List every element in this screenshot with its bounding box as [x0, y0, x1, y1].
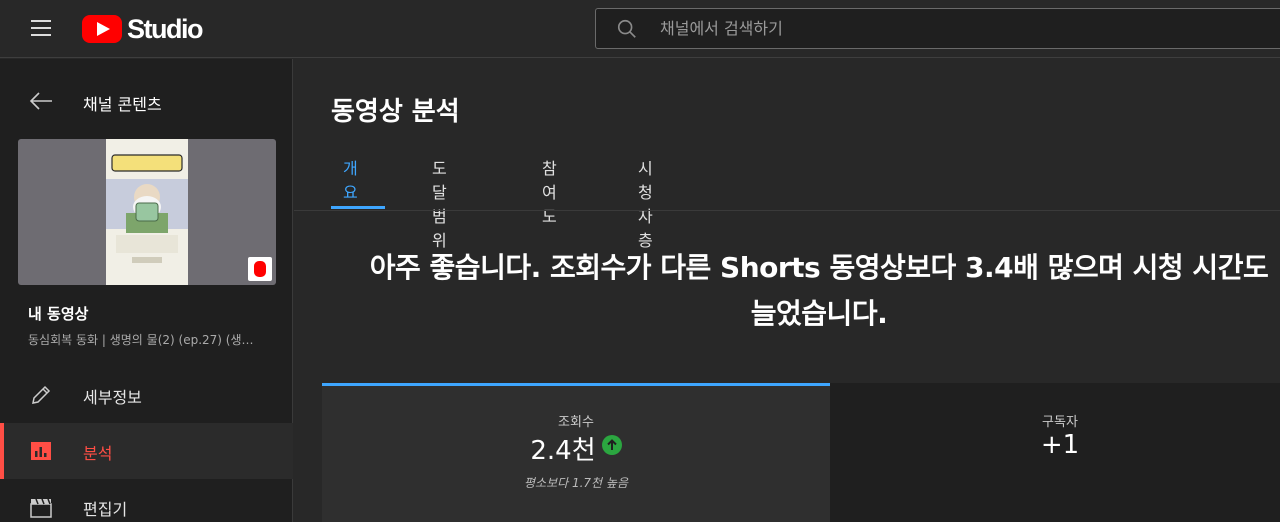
tab-overview[interactable]: 개요 [343, 155, 358, 209]
tab-label: 시청자층 [638, 159, 653, 250]
back-label: 채널 콘텐츠 [83, 95, 162, 114]
metric-label: 조회수 [558, 415, 594, 430]
arrow-back-icon[interactable] [28, 89, 54, 113]
metric-comparison: 평소보다 1.7천 높음 [524, 476, 628, 490]
clapperboard-icon [30, 498, 52, 518]
logo-text: Studio [127, 13, 203, 44]
metric-value: +1 [1040, 430, 1080, 460]
performance-headline: 아주 좋습니다. 조회수가 다른 Shorts 동영상보다 3.4배 많으며 시… [369, 251, 1269, 330]
sidebar: 채널 콘텐츠 내 동영상 동심회복 동화 | 생명의 물(2) (ep.27) … [0, 59, 293, 522]
sidebar-item-label: 분석 [83, 444, 113, 463]
analytics-icon [31, 442, 51, 460]
metric-card-subscribers[interactable]: 구독자 +1 [830, 383, 1280, 522]
active-tab-indicator [331, 206, 385, 209]
main-content: 동영상 분석 개요 도달범위 참여도 시청자층 아주 좋습니다. 조회수가 다른… [294, 59, 1280, 522]
thumbnail-artwork [106, 139, 188, 285]
search-input[interactable] [660, 9, 1260, 48]
pencil-icon [32, 385, 51, 404]
sidebar-item-editor[interactable]: 편집기 [0, 479, 293, 522]
studio-logo[interactable]: Studio [82, 13, 203, 45]
my-video-label: 내 동영상 [28, 305, 89, 323]
sidebar-item-label: 세부정보 [83, 388, 142, 407]
tab-reach[interactable]: 도달범위 [432, 155, 447, 250]
back-to-channel-content[interactable]: 채널 콘텐츠 [0, 79, 293, 123]
tab-engagement[interactable]: 참여도 [542, 155, 557, 226]
tab-label: 참여도 [542, 159, 557, 226]
trend-up-icon [601, 435, 622, 455]
tab-label: 도달범위 [432, 159, 447, 250]
video-title: 동심회복 동화 | 생명의 물(2) (ep.27) (생… [28, 333, 254, 347]
sidebar-item-details[interactable]: 세부정보 [0, 367, 293, 423]
top-bar: Studio [0, 0, 1280, 58]
sidebar-item-label: 편집기 [83, 500, 128, 519]
metric-value: 2.4천 [322, 430, 830, 467]
menu-icon[interactable] [22, 13, 62, 45]
page-title: 동영상 분석 [331, 97, 460, 127]
shorts-icon [248, 257, 272, 281]
tabs-divider [294, 210, 1280, 211]
search-box[interactable] [595, 8, 1280, 49]
tab-label: 개요 [343, 159, 358, 202]
metric-label: 구독자 [1042, 415, 1078, 430]
youtube-logo-icon [82, 15, 122, 43]
metric-card-views[interactable]: 조회수 2.4천 평소보다 1.7천 높음 [322, 383, 830, 522]
video-thumbnail[interactable] [18, 139, 276, 285]
metric-cards: 조회수 2.4천 평소보다 1.7천 높음 구독자 +1 [322, 383, 1280, 522]
metric-value-text: 2.4천 [530, 436, 596, 466]
tab-audience[interactable]: 시청자층 [638, 155, 653, 250]
sidebar-item-analytics[interactable]: 분석 [0, 423, 293, 479]
search-icon[interactable] [616, 18, 638, 40]
